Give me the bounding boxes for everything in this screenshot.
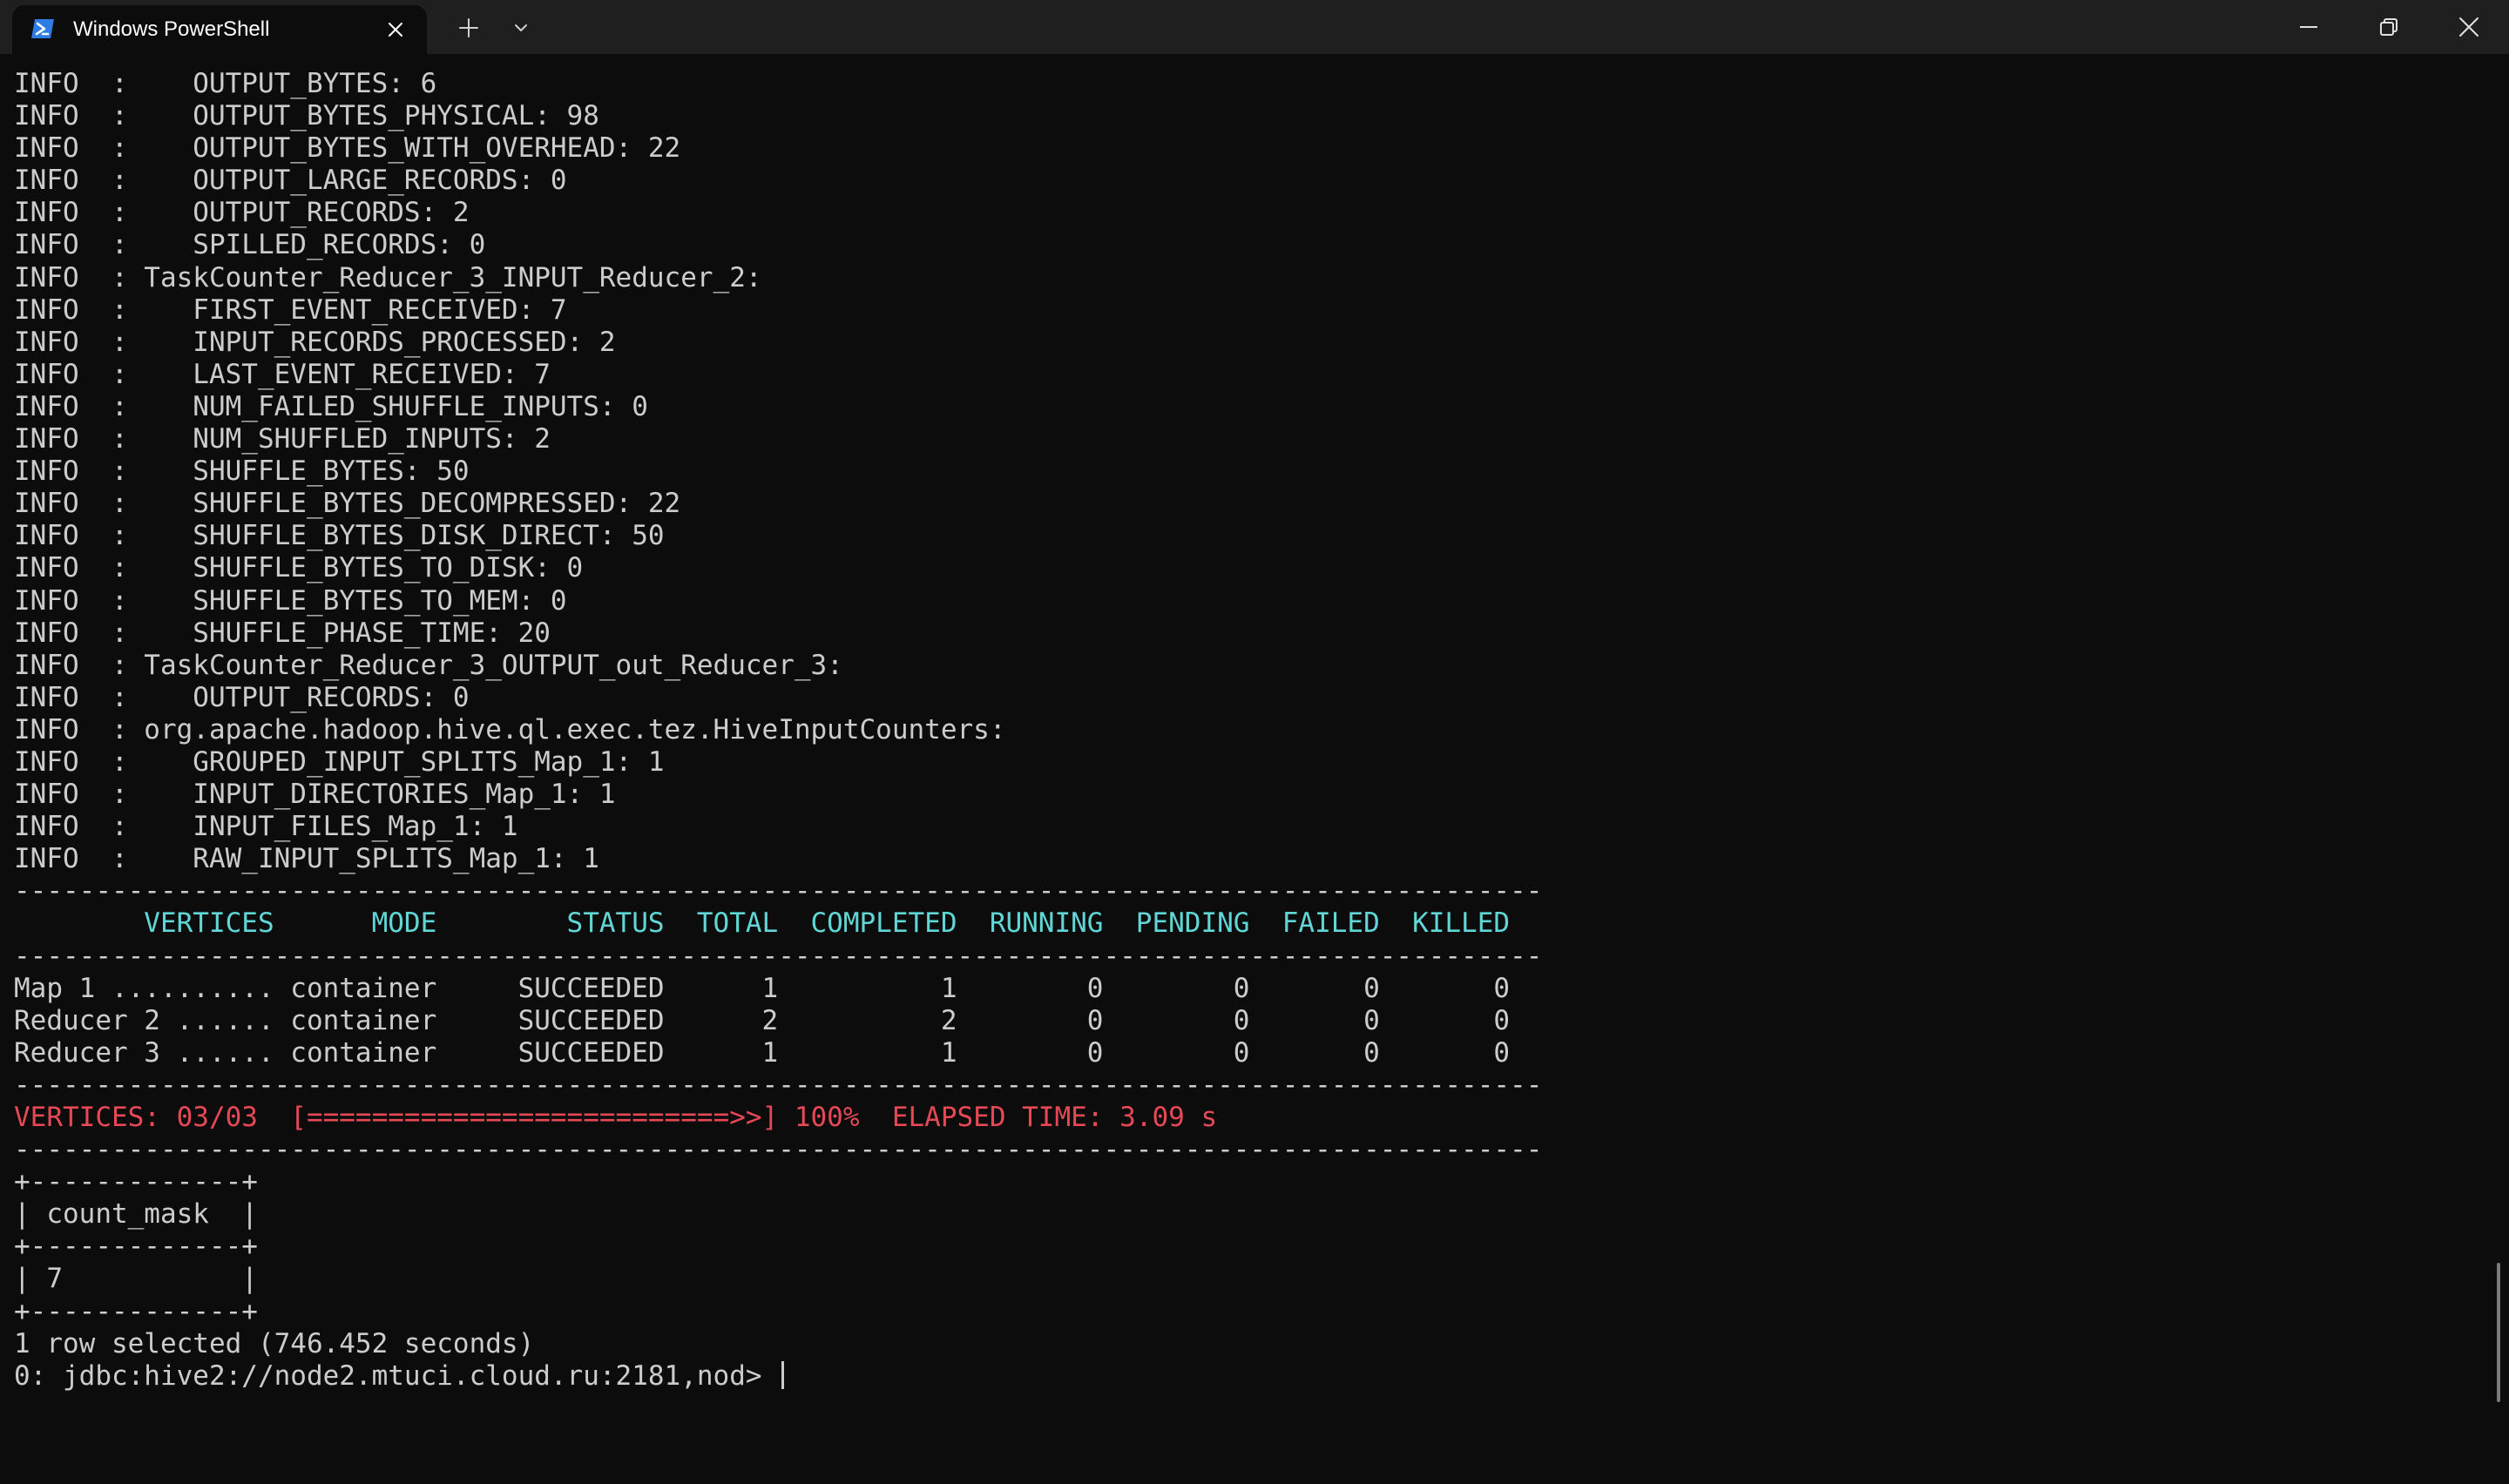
terminal-line: INFO : SPILLED_RECORDS: 0 (14, 229, 486, 261)
terminal-line: INFO : FIRST_EVENT_RECEIVED: 7 (14, 293, 567, 326)
terminal-line: VERTICES MODE STATUS TOTAL COMPLETED RUN… (14, 907, 1511, 940)
terminal-line: INFO : INPUT_DIRECTORIES_Map_1: 1 (14, 779, 616, 811)
terminal-line: INFO : org.apache.hadoop.hive.ql.exec.te… (14, 713, 1006, 745)
terminal-line: +-------------+ (14, 1231, 258, 1263)
terminal-line: INFO : SHUFFLE_BYTES: 50 (14, 455, 470, 488)
prompt-text: 0: jdbc:hive2://node2.mtuci.cloud.ru:218… (14, 1359, 779, 1392)
scrollbar-thumb[interactable] (2497, 1263, 2500, 1402)
terminal-line: +-------------+ (14, 1295, 258, 1327)
tab-windows-powershell[interactable]: Windows PowerShell (12, 5, 427, 54)
minimize-icon (2300, 26, 2317, 28)
terminal-line: INFO : INPUT_FILES_Map_1: 1 (14, 811, 518, 843)
command-prompt[interactable]: 0: jdbc:hive2://node2.mtuci.cloud.ru:218… (14, 1360, 2471, 1393)
close-icon (389, 23, 402, 37)
terminal-line: INFO : TaskCounter_Reducer_3_OUTPUT_out_… (14, 649, 843, 681)
terminal-line: Reducer 3 ...... container SUCCEEDED 1 1… (14, 1036, 1511, 1069)
terminal-line: INFO : NUM_FAILED_SHUFFLE_INPUTS: 0 (14, 390, 648, 422)
maximize-button[interactable] (2349, 0, 2429, 54)
tab-title: Windows PowerShell (73, 17, 270, 41)
text-cursor (781, 1360, 785, 1389)
terminal-line: INFO : SHUFFLE_BYTES_TO_MEM: 0 (14, 584, 567, 617)
terminal-line: +-------------+ (14, 1166, 258, 1198)
title-bar[interactable]: Windows PowerShell (0, 0, 2509, 54)
close-icon (2459, 17, 2479, 37)
plus-icon (459, 18, 478, 37)
terminal-line: INFO : OUTPUT_BYTES_WITH_OVERHEAD: 22 (14, 132, 681, 165)
tab-close-button[interactable] (382, 16, 409, 44)
terminal-line: INFO : OUTPUT_LARGE_RECORDS: 0 (14, 165, 567, 197)
terminal-line: INFO : SHUFFLE_BYTES_DISK_DIRECT: 50 (14, 520, 665, 552)
terminal-line: VERTICES: 03/03 [=======================… (14, 1102, 1218, 1133)
tab-dropdown-button[interactable] (505, 12, 537, 44)
terminal-line: Map 1 .......... container SUCCEEDED 1 1… (14, 972, 1511, 1004)
terminal-line: INFO : TaskCounter_Reducer_3_INPUT_Reduc… (14, 261, 762, 293)
minimize-button[interactable] (2269, 0, 2349, 54)
terminal-line: INFO : OUTPUT_BYTES: 6 (14, 68, 437, 99)
terminal-line: INFO : OUTPUT_RECORDS: 2 (14, 197, 470, 229)
terminal-line: ----------------------------------------… (14, 1069, 1543, 1101)
new-tab-button[interactable] (453, 12, 484, 44)
terminal-line: | count_mask | (14, 1198, 258, 1231)
terminal-line: INFO : OUTPUT_RECORDS: 0 (14, 681, 470, 713)
terminal-line: | 7 | (14, 1263, 258, 1295)
terminal-line: ----------------------------------------… (14, 940, 1543, 972)
terminal-line: INFO : SHUFFLE_BYTES_DECOMPRESSED: 22 (14, 488, 681, 520)
terminal-line: 1 row selected (746.452 seconds) (14, 1327, 535, 1359)
terminal-line: INFO : RAW_INPUT_SPLITS_Map_1: 1 (14, 843, 599, 875)
terminal-line: INFO : OUTPUT_BYTES_PHYSICAL: 98 (14, 100, 599, 132)
powershell-icon (30, 16, 56, 42)
terminal-line: INFO : INPUT_RECORDS_PROCESSED: 2 (14, 326, 616, 358)
restore-icon (2380, 18, 2397, 36)
terminal-line: ----------------------------------------… (14, 1134, 1543, 1166)
terminal-line: ----------------------------------------… (14, 875, 1543, 907)
powershell-window: Windows PowerShell INFO: OUTPUT_BYTES: … (0, 0, 2509, 1484)
terminal-line: INFO : LAST_EVENT_RECEIVED: 7 (14, 358, 551, 390)
terminal-line: Reducer 2 ...... container SUCCEEDED 2 2… (14, 1004, 1511, 1036)
terminal-line: INFO : SHUFFLE_PHASE_TIME: 20 (14, 617, 551, 649)
terminal-line: INFO : SHUFFLE_BYTES_TO_DISK: 0 (14, 552, 584, 584)
terminal-output[interactable]: INFO : OUTPUT_BYTES: 6 INFO : OUTPUT_BYTE… (14, 68, 2471, 1470)
terminal-line: INFO : NUM_SHUFFLED_INPUTS: 2 (14, 423, 551, 455)
terminal-line: INFO : GROUPED_INPUT_SPLITS_Map_1: 1 (14, 745, 665, 778)
chevron-down-icon (515, 24, 527, 31)
close-window-button[interactable] (2429, 0, 2509, 54)
